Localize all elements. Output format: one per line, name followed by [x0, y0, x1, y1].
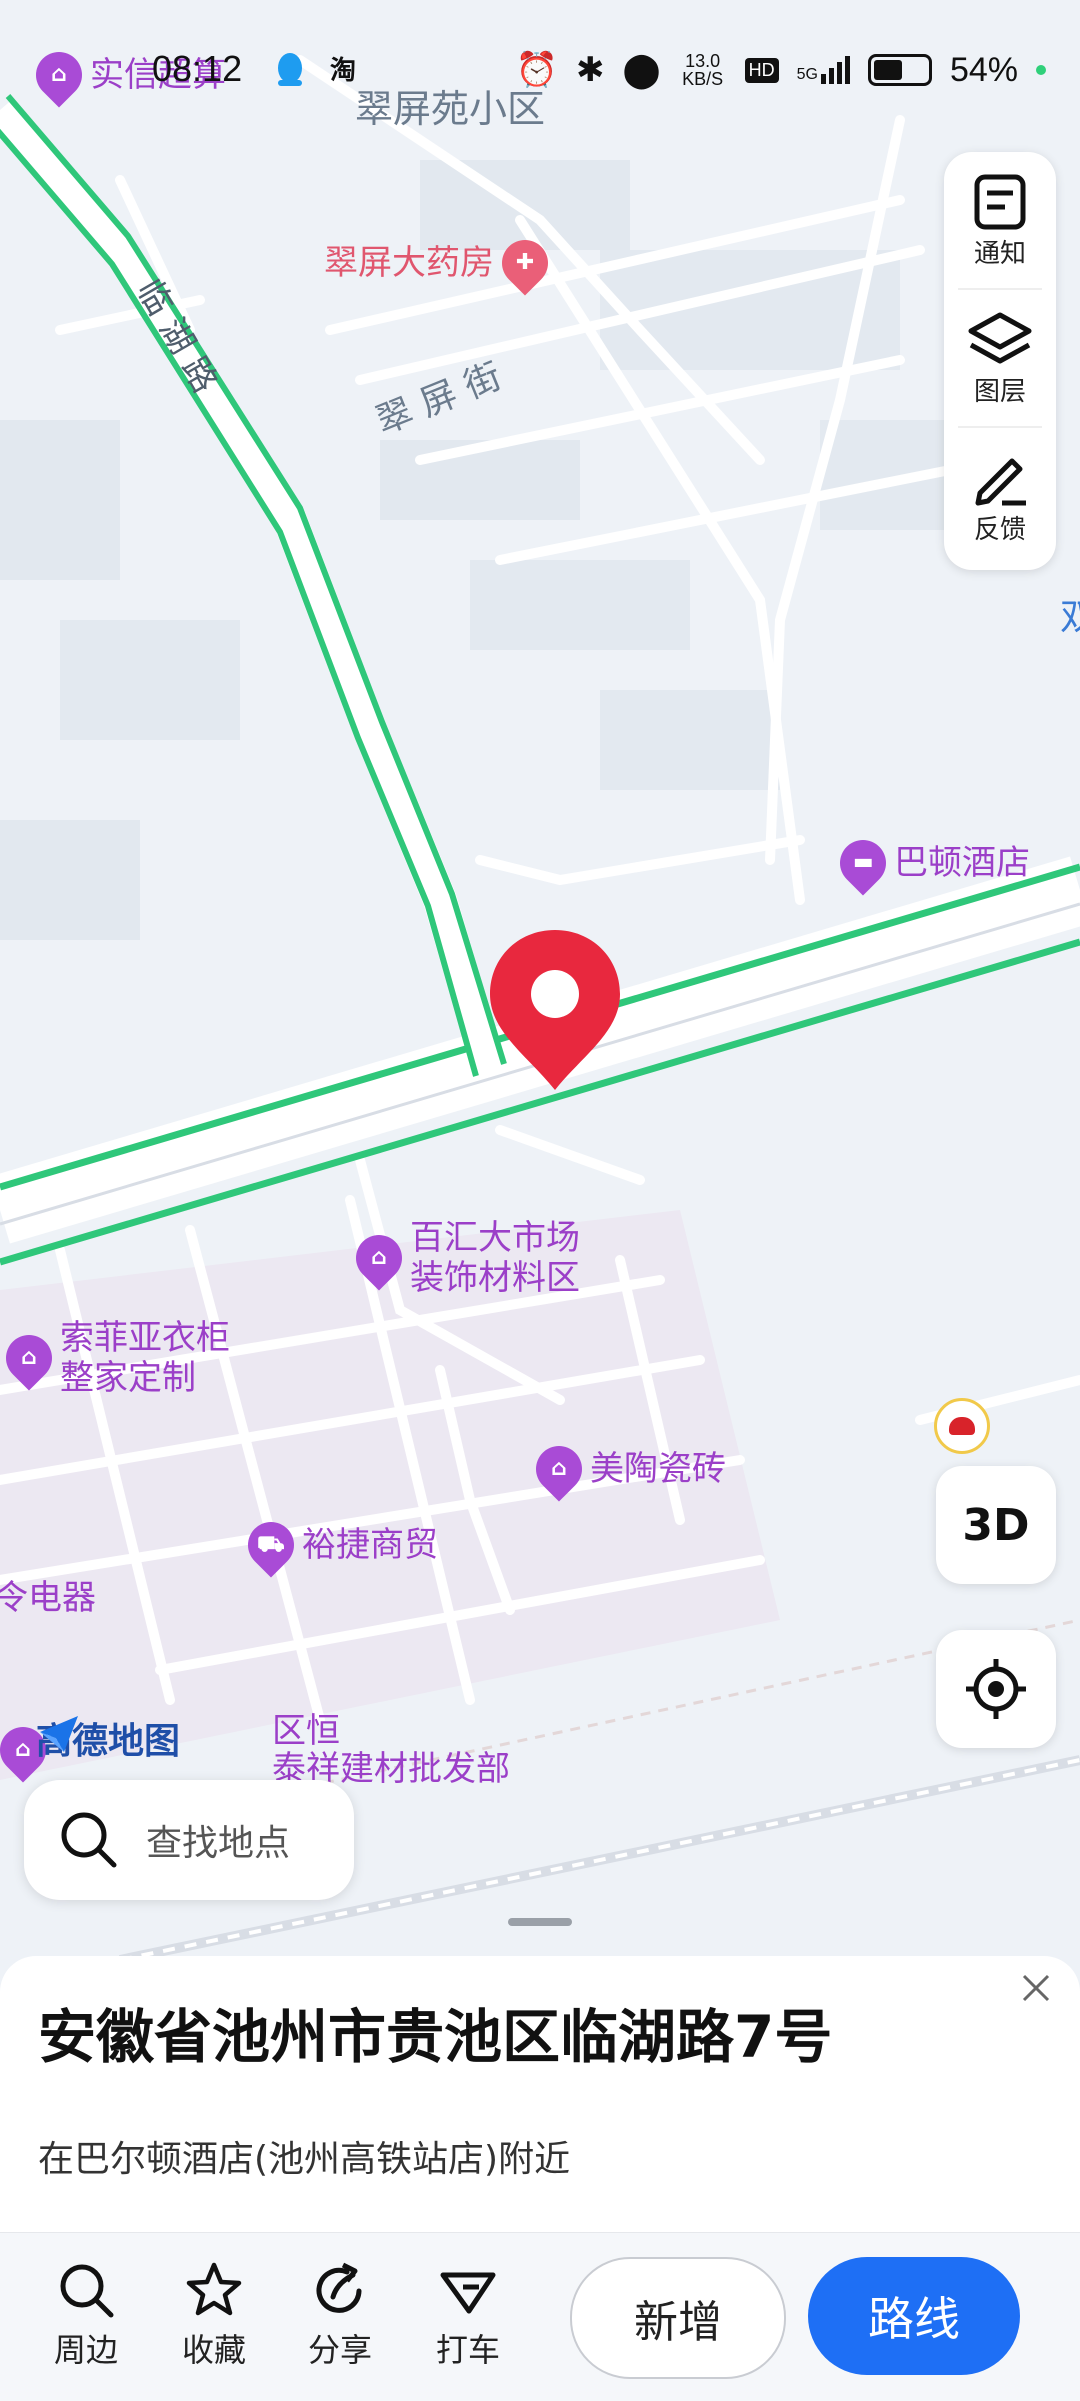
poi-baihui-market[interactable]: ⌂ 百汇大市场 装饰材料区 [346, 1218, 580, 1298]
poi-meitao[interactable]: ⌂ 美陶瓷砖 [526, 1436, 726, 1502]
favorite-label: 收藏 [181, 2331, 246, 2369]
search-input[interactable]: 查找地点 [24, 1780, 354, 1900]
poi-pharmacy[interactable]: ✚ 翠屏大药房 [324, 230, 558, 296]
gas-station-icon[interactable] [934, 1398, 990, 1454]
poi-label: 令电器 [0, 1578, 96, 1618]
amap-logo-icon [40, 1716, 78, 1752]
route-button[interactable]: 路线 [808, 2257, 1020, 2375]
taobao-icon: 淘 [330, 56, 357, 86]
star-icon [186, 2262, 242, 2316]
notify-label: 通知 [973, 238, 1026, 269]
status-bar: 08:12 淘 ⏰ ✱ ⬤ 13.0 KB/S HD 5G 54% [0, 0, 1080, 150]
search-placeholder: 查找地点 [146, 1823, 291, 1864]
poi-label: 百汇大市场 装饰材料区 [410, 1218, 580, 1298]
location-pin[interactable] [488, 928, 622, 1092]
taxi-button[interactable]: 打车 [418, 2261, 518, 2371]
share-icon [316, 2262, 362, 2313]
layers-button[interactable]: 图层 [958, 288, 1042, 426]
battery-percent: 54% [949, 50, 1018, 89]
location-icon: ⬤ [622, 51, 661, 89]
poi-yujie[interactable]: ⛟ 裕捷商贸 [238, 1512, 438, 1578]
bluetooth-icon: ✱ [576, 51, 605, 89]
address-subtitle: 在巴尔顿酒店(池州高铁站店)附近 [38, 2139, 571, 2180]
notification-icons: 淘 [272, 50, 356, 90]
3d-toggle-button[interactable]: 3D [936, 1466, 1056, 1584]
feedback-label: 反馈 [973, 514, 1026, 545]
poi-sofia[interactable]: ⌂ 索菲亚衣柜 整家定制 [0, 1318, 230, 1398]
share-button[interactable]: 分享 [290, 2261, 390, 2371]
status-time: 08:12 [152, 48, 243, 89]
shop-icon: ⌂ [0, 1325, 62, 1391]
shop-icon: ⌂ [346, 1225, 412, 1291]
notification-icon [974, 174, 1026, 229]
nearby-button[interactable]: 周边 [36, 2261, 136, 2371]
poi-label: 裕捷商贸 [302, 1525, 438, 1565]
map-side-panel: 通知 图层 反馈 [944, 152, 1056, 570]
feedback-button[interactable]: 反馈 [958, 426, 1042, 564]
charging-dot [1036, 65, 1046, 75]
pharmacy-icon: ✚ [492, 230, 558, 296]
poi-label: 美陶瓷砖 [590, 1449, 726, 1489]
close-sheet-button[interactable] [1014, 1966, 1058, 2010]
battery-icon [867, 54, 932, 86]
close-icon [1022, 1974, 1050, 2002]
nearby-label: 周边 [53, 2331, 118, 2369]
edge-label: 双 [1060, 597, 1080, 638]
alarm-icon: ⏰ [515, 51, 559, 89]
sheet-drag-handle[interactable] [508, 1918, 572, 1926]
address-title: 安徽省池州市贵池区临湖路7号 [38, 2003, 833, 2071]
signal-type: 5G [796, 66, 818, 83]
hd-badge: HD [744, 57, 779, 83]
bottom-action-bar: 周边 收藏 分享 打车 新增 路线 [0, 2232, 1080, 2401]
pen-icon [975, 458, 1026, 505]
add-button[interactable]: 新增 [570, 2257, 786, 2379]
layers-icon [968, 312, 1032, 363]
amap-logo: 高德地图 [36, 1712, 180, 1764]
poi-label: 巴顿酒店 [894, 843, 1030, 883]
poi-label: 索菲亚衣柜 整家定制 [60, 1318, 230, 1398]
search-icon [60, 2264, 114, 2318]
taxi-icon [440, 2272, 496, 2314]
hotel-icon: ▬ [830, 830, 896, 896]
map-pin-icon [490, 930, 620, 1090]
shop-icon: ⌂ [526, 1436, 592, 1502]
poi-label: 翠屏大药房 [324, 243, 494, 283]
search-icon [61, 1812, 117, 1868]
status-right: ⏰ ✱ ⬤ 13.0 KB/S HD 5G 54% [516, 50, 1046, 90]
crosshair-icon [966, 1659, 1026, 1719]
cart-icon: ⛟ [238, 1512, 304, 1578]
favorite-button[interactable]: 收藏 [164, 2261, 264, 2371]
taxi-label: 打车 [435, 2331, 500, 2369]
layers-label: 图层 [973, 376, 1026, 407]
signal-icon: 5G [797, 56, 850, 84]
share-label: 分享 [307, 2331, 372, 2369]
poi-appliance[interactable]: 令电器 [0, 1578, 96, 1618]
notify-button[interactable]: 通知 [944, 152, 1056, 288]
poi-hotel[interactable]: ▬ 巴顿酒店 [830, 830, 1030, 896]
net-speed: 13.0 KB/S [682, 51, 724, 89]
locate-button[interactable] [936, 1630, 1056, 1748]
qq-icon [278, 53, 302, 86]
